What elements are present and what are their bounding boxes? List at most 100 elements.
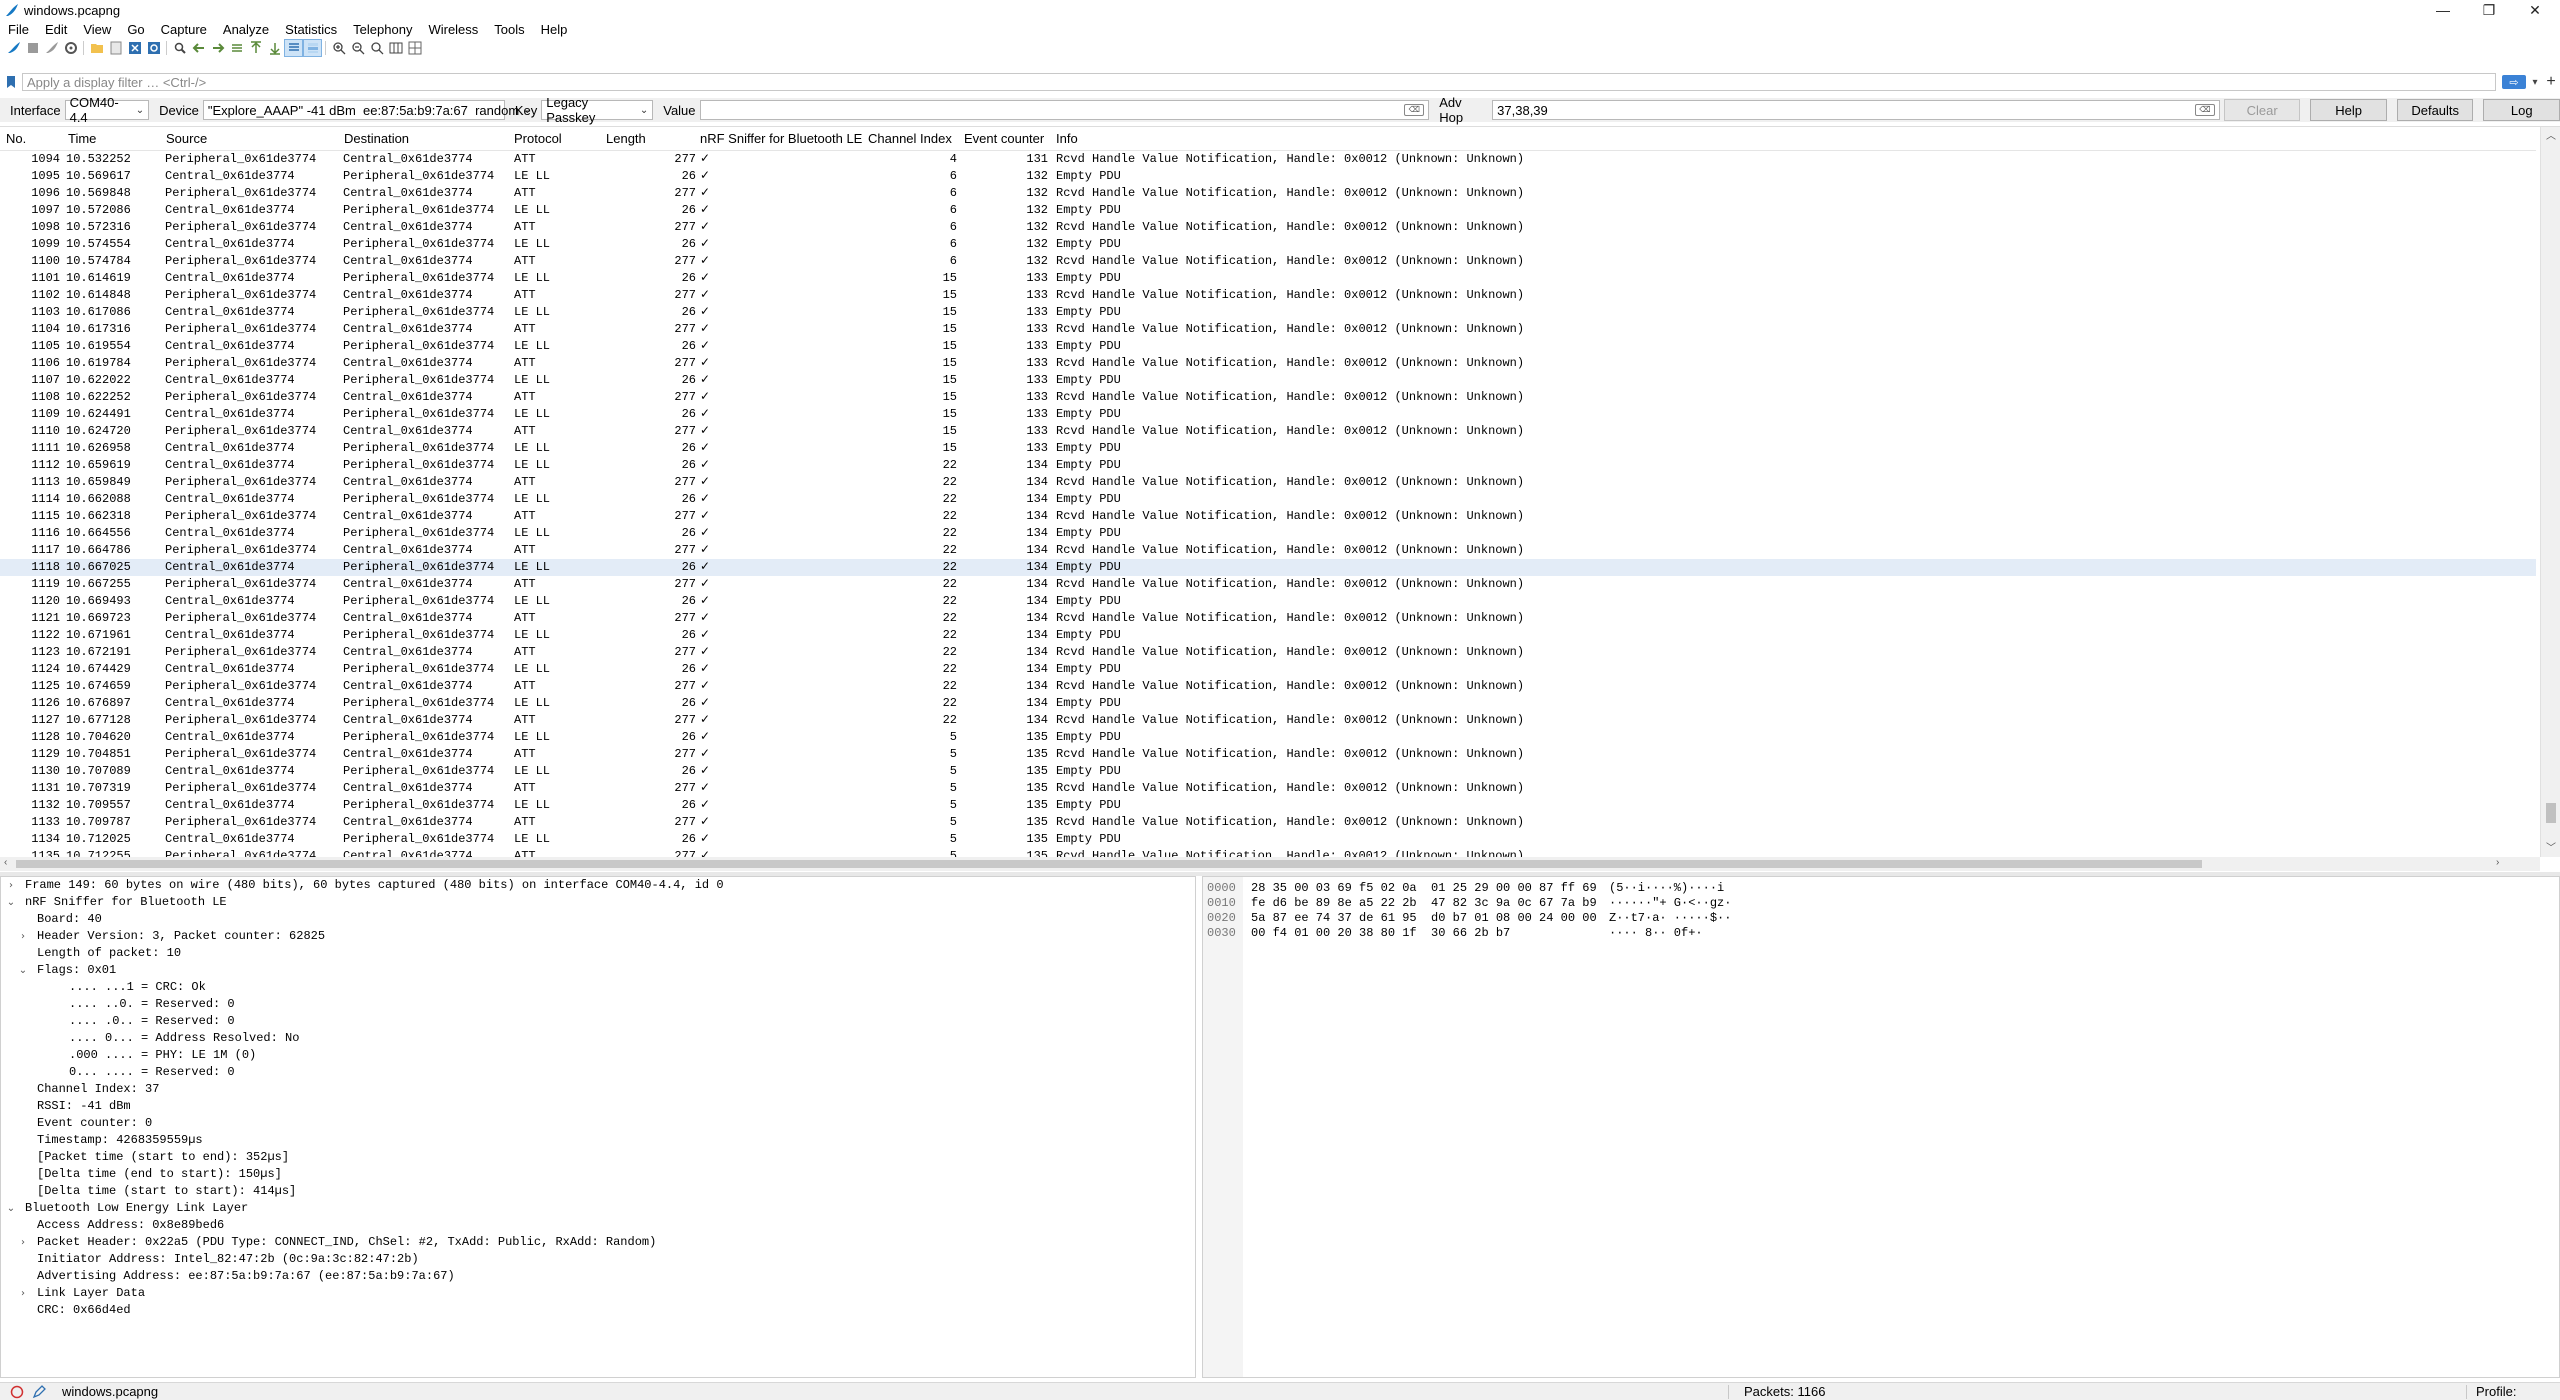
detail-tree-item[interactable]: Channel Index: 37 <box>1 1081 1195 1098</box>
detail-tree-item[interactable]: ⌄ Flags: 0x01 <box>1 962 1195 979</box>
table-row[interactable]: 1103 10.617086 Central_0x61de3774 Periphera… <box>0 304 2536 321</box>
chevron-down-icon[interactable]: ▾ <box>2528 77 2542 88</box>
status-profile[interactable]: Profile: Default <box>2476 1384 2560 1400</box>
detail-tree-item[interactable]: [Packet time (start to end): 352µs] <box>1 1149 1195 1166</box>
detail-tree-item[interactable]: Board: 40 <box>1 911 1195 928</box>
reload-file-button[interactable] <box>144 39 163 57</box>
start-capture-button[interactable] <box>4 39 23 57</box>
table-row[interactable]: 1107 10.622022 Central_0x61de3774 Periphera… <box>0 372 2536 389</box>
bytes-hex[interactable]: 00 f4 01 00 20 38 80 1f 30 66 2b b7 <box>1251 926 1510 941</box>
table-row[interactable]: 1105 10.619554 Central_0x61de3774 Periphera… <box>0 338 2536 355</box>
zoom-in-button[interactable] <box>329 39 348 57</box>
clear-field-icon[interactable]: ⌫ <box>1404 104 1425 116</box>
expand-arrow-icon[interactable]: › <box>17 1285 29 1302</box>
menu-telephony[interactable]: Telephony <box>345 22 420 37</box>
detail-tree-item[interactable]: Event counter: 0 <box>1 1115 1195 1132</box>
bytes-hex[interactable]: 28 35 00 03 69 f5 02 0a 01 25 29 00 00 8… <box>1251 881 1597 896</box>
table-row[interactable]: 1115 10.662318 Peripheral_0x61de3774 Centra… <box>0 508 2536 525</box>
close-button[interactable]: ✕ <box>2512 0 2558 20</box>
detail-tree-item[interactable]: ⌄ nRF Sniffer for Bluetooth LE <box>1 894 1195 911</box>
column-header-protocol[interactable]: Protocol <box>508 127 562 151</box>
table-row[interactable]: 1106 10.619784 Peripheral_0x61de3774 Centra… <box>0 355 2536 372</box>
table-row[interactable]: 1116 10.664556 Central_0x61de3774 Periphera… <box>0 525 2536 542</box>
device-select[interactable]: "Explore_AAAP" -41 dBm ee:87:5a:b9:7a:67… <box>202 100 532 120</box>
menu-help[interactable]: Help <box>533 22 576 37</box>
expert-info-icon[interactable] <box>10 1385 24 1399</box>
scrollbar-thumb[interactable] <box>16 860 2202 868</box>
detail-tree-item[interactable]: › Frame 149: 60 bytes on wire (480 bits),… <box>1 877 1195 894</box>
table-row[interactable]: 1131 10.707319 Peripheral_0x61de3774 Centra… <box>0 780 2536 797</box>
packet-list-horizontal-scrollbar[interactable]: ‹ › <box>0 857 2540 871</box>
table-row[interactable]: 1133 10.709787 Peripheral_0x61de3774 Centra… <box>0 814 2536 831</box>
column-header-length[interactable]: Length <box>600 127 646 151</box>
bytes-hex[interactable]: 5a 87 ee 74 37 de 61 95 d0 b7 01 08 00 2… <box>1251 911 1597 926</box>
save-file-button[interactable] <box>106 39 125 57</box>
go-to-packet-button[interactable] <box>227 39 246 57</box>
column-header-source[interactable]: Source <box>160 127 207 151</box>
detail-tree-item[interactable]: Length of packet: 10 <box>1 945 1195 962</box>
table-row[interactable]: 1118 10.667025 Central_0x61de3774 Periphera… <box>0 559 2536 576</box>
table-row[interactable]: 1121 10.669723 Peripheral_0x61de3774 Centra… <box>0 610 2536 627</box>
bookmark-icon[interactable] <box>4 75 18 89</box>
add-filter-button[interactable]: + <box>2542 73 2560 91</box>
defaults-button[interactable]: Defaults <box>2396 99 2474 121</box>
column-header-info[interactable]: Info <box>1050 127 1078 151</box>
table-row[interactable]: 1095 10.569617 Central_0x61de3774 Periphera… <box>0 168 2536 185</box>
chevron-right-icon[interactable]: › <box>2496 857 2499 868</box>
menu-statistics[interactable]: Statistics <box>277 22 345 37</box>
packet-details-pane[interactable]: › Frame 149: 60 bytes on wire (480 bits),… <box>0 876 1196 1378</box>
bytes-ascii[interactable]: ···· 8·· 0f+· <box>1609 926 1703 941</box>
apply-filter-button[interactable]: ⇨ <box>2502 75 2526 89</box>
table-row[interactable]: 1119 10.667255 Peripheral_0x61de3774 Centra… <box>0 576 2536 593</box>
table-row[interactable]: 1123 10.672191 Peripheral_0x61de3774 Centra… <box>0 644 2536 661</box>
menu-view[interactable]: View <box>75 22 119 37</box>
detail-tree-item[interactable]: .... ..0. = Reserved: 0 <box>1 996 1195 1013</box>
table-row[interactable]: 1110 10.624720 Peripheral_0x61de3774 Centra… <box>0 423 2536 440</box>
bytes-offset[interactable]: 0030 <box>1207 926 1236 941</box>
find-packet-button[interactable] <box>170 39 189 57</box>
interface-select[interactable]: COM40-4.4 ⌄ <box>64 95 150 125</box>
table-row[interactable]: 1100 10.574784 Peripheral_0x61de3774 Centra… <box>0 253 2536 270</box>
table-row[interactable]: 1112 10.659619 Central_0x61de3774 Periphera… <box>0 457 2536 474</box>
detail-tree-item[interactable]: .000 .... = PHY: LE 1M (0) <box>1 1047 1195 1064</box>
menu-go[interactable]: Go <box>119 22 152 37</box>
key-select[interactable]: Legacy Passkey ⌄ <box>541 95 654 125</box>
value-input[interactable]: ⌫ <box>699 100 1430 120</box>
table-row[interactable]: 1096 10.569848 Peripheral_0x61de3774 Centra… <box>0 185 2536 202</box>
bytes-ascii[interactable]: Z··t7·a· ·····$·· <box>1609 911 1731 926</box>
table-row[interactable]: 1132 10.709557 Central_0x61de3774 Periphera… <box>0 797 2536 814</box>
expand-arrow-icon[interactable]: › <box>17 1234 29 1251</box>
detail-tree-item[interactable]: Initiator Address: Intel_82:47:2b (0c:9a… <box>1 1251 1195 1268</box>
detail-tree-item[interactable]: › Packet Header: 0x22a5 (PDU Type: CONNEC… <box>1 1234 1195 1251</box>
menu-analyze[interactable]: Analyze <box>215 22 277 37</box>
menu-file[interactable]: File <box>0 22 37 37</box>
expand-arrow-icon[interactable]: › <box>17 928 29 945</box>
packet-bytes-pane[interactable]: 0000 28 35 00 03 69 f5 02 0a 01 25 29 00 … <box>1202 876 2560 1378</box>
bytes-offset[interactable]: 0020 <box>1207 911 1236 926</box>
detail-tree-item[interactable]: RSSI: -41 dBm <box>1 1098 1195 1115</box>
last-packet-button[interactable] <box>265 39 284 57</box>
table-row[interactable]: 1125 10.674659 Peripheral_0x61de3774 Centra… <box>0 678 2536 695</box>
column-header-event-counter[interactable]: Event counter <box>958 127 1044 151</box>
table-row[interactable]: 1134 10.712025 Central_0x61de3774 Periphera… <box>0 831 2536 848</box>
chevron-left-icon[interactable]: ‹ <box>4 857 7 868</box>
bytes-hex[interactable]: fe d6 be 89 8e a5 22 2b 47 82 3c 9a 0c 6… <box>1251 896 1597 911</box>
zoom-out-button[interactable] <box>348 39 367 57</box>
menu-wireless[interactable]: Wireless <box>420 22 486 37</box>
detail-tree-item[interactable]: › Link Layer Data <box>1 1285 1195 1302</box>
table-row[interactable]: 1094 10.532252 Peripheral_0x61de3774 Centra… <box>0 151 2536 168</box>
packet-list-vertical-scrollbar[interactable]: ︿ ﹀ <box>2540 127 2560 857</box>
table-row[interactable]: 1109 10.624491 Central_0x61de3774 Periphera… <box>0 406 2536 423</box>
table-row[interactable]: 1102 10.614848 Peripheral_0x61de3774 Centra… <box>0 287 2536 304</box>
collapse-arrow-icon[interactable]: ⌄ <box>5 894 17 911</box>
bytes-ascii[interactable]: (5··i····%)····i <box>1609 881 1724 896</box>
table-row[interactable]: 1104 10.617316 Peripheral_0x61de3774 Centra… <box>0 321 2536 338</box>
clear-field-icon[interactable]: ⌫ <box>2194 104 2215 116</box>
restart-capture-button[interactable] <box>42 39 61 57</box>
table-row[interactable]: 1117 10.664786 Peripheral_0x61de3774 Centra… <box>0 542 2536 559</box>
bytes-offset[interactable]: 0010 <box>1207 896 1236 911</box>
scrollbar-thumb[interactable] <box>2546 803 2556 823</box>
detail-tree-item[interactable]: Access Address: 0x8e89bed6 <box>1 1217 1195 1234</box>
resize-columns-button[interactable] <box>386 39 405 57</box>
table-row[interactable]: 1122 10.671961 Central_0x61de3774 Periphera… <box>0 627 2536 644</box>
